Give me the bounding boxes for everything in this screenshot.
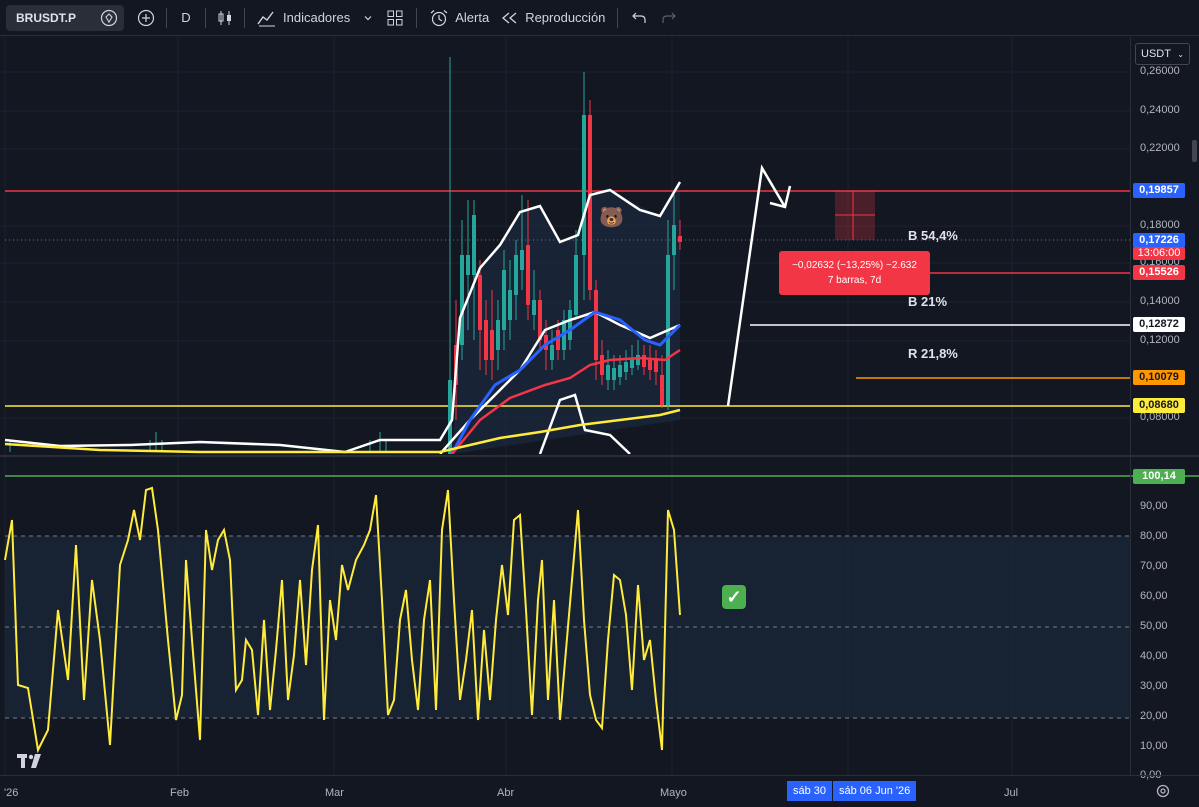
measure-tooltip: −0,02632 (−13,25%) −2.632 7 barras, 7d [779,251,930,295]
chart-canvas[interactable] [0,0,1199,807]
time-tick: Abr [497,787,515,799]
oscillator-pane [4,475,1199,754]
osc-tick: 40,00 [1140,650,1168,662]
price-tick: 0,24000 [1140,104,1180,116]
price-tick: 0,22000 [1140,142,1180,154]
tradingview-logo[interactable] [17,750,47,770]
price-tick: 0,26000 [1140,65,1180,77]
time-tick: '26 [4,787,19,799]
price-tick: 0,18000 [1140,219,1180,231]
osc-tick: 90,00 [1140,500,1168,512]
cursor-date-tag-end: sáb 06 Jun '26 [832,781,917,801]
osc-tick: 30,00 [1140,680,1168,692]
range-label-1: B 54,4% [908,228,958,243]
currency-label: USDT [1141,48,1171,60]
time-tick: Mar [325,787,344,799]
bear-icon: 🐻 [599,207,624,229]
measure-bars-text: 7 barras, 7d [827,275,882,286]
pink-level-tag: 0,15526 [1133,265,1185,280]
osc-tick: 50,00 [1140,620,1168,632]
yellow-level-tag: 0,08680 [1133,398,1185,413]
chevron-down-icon: ⌄ [1177,49,1184,59]
currency-select[interactable]: USDT ⌄ [1135,43,1190,65]
price-tick: 0,14000 [1140,295,1180,307]
gear-icon[interactable] [1155,783,1171,804]
time-tick: Feb [170,787,189,799]
osc-tick: 80,00 [1140,530,1168,542]
range-label-3: R 21,8% [908,346,958,361]
price-tick: 0,12000 [1140,334,1180,346]
osc-tick: 60,00 [1140,590,1168,602]
red-level-tag: 0,19857 [1133,183,1185,198]
last-price-tag: 0,17226 [1133,233,1185,248]
chart-window: BRUSDT.P D Indicadores Alerta Reproducci… [0,0,1199,807]
price-axis-scroll-handle[interactable] [1192,140,1197,162]
white-level-tag: 0,12872 [1133,317,1185,332]
level-100-tag: 100,14 [1133,469,1185,484]
price-pane [4,57,1130,454]
range-label-2: B 21% [908,294,948,309]
orange-level-tag: 0,10079 [1133,370,1185,385]
countdown-tag: 13:06:00 [1133,247,1185,260]
osc-tick: 70,00 [1140,560,1168,572]
osc-tick: 10,00 [1140,740,1168,752]
measure-change-text: −0,02632 (−13,25%) −2.632 [792,260,917,271]
time-tick: Mayo [660,787,687,799]
time-tick: Jul [1004,787,1019,799]
check-mark-icon: ✓ [722,585,746,609]
osc-tick: 20,00 [1140,710,1168,722]
cursor-date-tag-start: sáb 30 [787,781,833,801]
